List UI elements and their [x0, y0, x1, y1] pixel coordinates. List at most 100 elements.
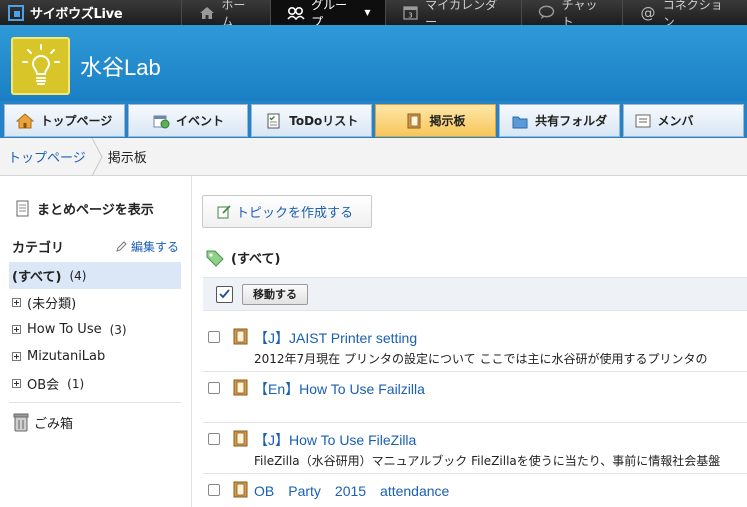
tab-shared-folder[interactable]: 共有フォルダ: [498, 104, 620, 137]
category-all[interactable]: (すべて) (4): [9, 262, 181, 289]
trash-link[interactable]: ごみ箱: [12, 412, 73, 432]
edit-categories-label: 編集する: [131, 240, 180, 254]
trash-label: ごみ箱: [34, 416, 74, 432]
tab-members-label: メンバ: [657, 114, 694, 128]
topnav-home[interactable]: ホーム: [180, 0, 270, 29]
category-count: (4): [69, 268, 87, 283]
current-category-label: (すべて): [231, 252, 281, 267]
create-topic-button[interactable]: トピックを作成する: [202, 195, 372, 228]
tab-bulletin-board[interactable]: 掲示板: [375, 104, 496, 137]
tab-bulletin-board-label: 掲示板: [429, 114, 466, 128]
category-heading: カテゴリ: [12, 241, 65, 256]
breadcrumb-separator-icon: [86, 137, 108, 176]
at-icon: @: [640, 3, 656, 22]
category-label: How To Use: [27, 322, 102, 337]
group-tab-bar: トップページ イベント ToDoリスト 掲示板 共有フォルダ メンバ: [0, 101, 747, 138]
chevron-down-icon[interactable]: ▼: [364, 8, 370, 17]
current-category-heading: (すべて): [205, 248, 280, 267]
tab-todo-list[interactable]: ToDoリスト: [251, 104, 373, 137]
edit-categories-link[interactable]: 編集する: [115, 238, 179, 255]
checkmark-icon: [219, 289, 230, 299]
topic-checkbox[interactable]: [208, 484, 220, 496]
group-avatar[interactable]: [11, 37, 70, 95]
summary-page-label: まとめページを表示: [37, 203, 154, 218]
tab-event[interactable]: イベント: [127, 104, 249, 137]
topic-summary: 2012年7月現在 プリンタの設定について ここでは主に水谷研が使用するプリンタ…: [254, 352, 708, 366]
topic-checkbox[interactable]: [208, 433, 220, 445]
tab-top-page-label: トップページ: [40, 114, 113, 128]
todo-icon: [267, 113, 280, 128]
expand-icon[interactable]: [12, 298, 21, 307]
event-icon: [153, 115, 170, 128]
topic-summary: FileZilla（水谷研用）マニュアルブック FileZillaを使うに当たり…: [254, 454, 721, 468]
brand-logo-link[interactable]: サイボウズLive: [0, 0, 181, 25]
category-label: (未分類): [27, 297, 77, 312]
expand-icon[interactable]: [12, 325, 21, 334]
breadcrumb-current: 掲示板: [107, 151, 147, 166]
board-sidebar: まとめページを表示 カテゴリ 編集する (すべて) (4) (未分類) How …: [0, 176, 192, 507]
category-count: (3): [109, 322, 127, 337]
folder-icon: [512, 116, 528, 128]
category-label: (すべて): [12, 270, 62, 285]
document-icon: [16, 200, 29, 216]
category-list: (すべて) (4) (未分類) How To Use (3) MizutaniL…: [9, 262, 181, 397]
topnav-connection[interactable]: @ コネクション: [622, 0, 747, 29]
board-main: トピックを作成する (すべて) 移動する 【J】JAIST Printer se…: [193, 176, 747, 507]
tab-top-page[interactable]: トップページ: [4, 104, 125, 137]
cybozu-logo-icon: [8, 4, 24, 21]
topic-title-link[interactable]: 【J】JAIST Printer setting: [254, 328, 417, 348]
topnav-my-calendar[interactable]: 3 マイカレンダー: [384, 0, 521, 29]
calendar-icon: 3: [402, 5, 420, 21]
topic-row: OB Party 2015 attendance: [203, 474, 747, 507]
category-mizutanilab[interactable]: MizutaniLab: [9, 343, 181, 370]
topic-list: 【J】JAIST Printer setting 2012年7月現在 プリンタの…: [203, 321, 747, 507]
category-label: MizutaniLab: [27, 349, 106, 364]
expand-icon[interactable]: [12, 352, 21, 361]
move-button[interactable]: 移動する: [242, 283, 308, 305]
category-count: (1): [67, 376, 85, 391]
topic-row: 【J】How To Use FileZilla FileZilla（水谷研用）マ…: [203, 423, 747, 474]
tab-event-label: イベント: [176, 114, 225, 128]
trash-icon: [13, 413, 29, 432]
breadcrumb-top-page-link[interactable]: トップページ: [0, 147, 86, 166]
topic-checkbox[interactable]: [208, 382, 220, 394]
board-topic-icon: [233, 430, 248, 447]
svg-text:3: 3: [408, 12, 412, 20]
category-ob-kai[interactable]: OB会 (1): [9, 370, 181, 397]
create-topic-label: トピックを作成する: [236, 206, 354, 221]
brand-name: サイボウズLive: [30, 7, 123, 22]
chat-icon: [538, 5, 556, 21]
board-icon: [407, 113, 421, 128]
select-all-checkbox[interactable]: [216, 285, 233, 303]
pencil-icon: [116, 241, 127, 252]
category-uncategorized[interactable]: (未分類): [9, 289, 181, 316]
topnav-group[interactable]: グループ ▼: [270, 0, 385, 29]
group-header: 水谷Lab: [0, 25, 747, 101]
lightbulb-icon: [21, 44, 60, 85]
topic-title-link[interactable]: OB Party 2015 attendance: [254, 481, 449, 501]
expand-icon[interactable]: [12, 379, 21, 388]
topic-checkbox[interactable]: [208, 331, 220, 343]
topnav-chat[interactable]: チャット: [521, 0, 622, 29]
summary-page-link[interactable]: まとめページを表示: [14, 199, 154, 218]
group-title: 水谷Lab: [80, 55, 161, 80]
topic-row: 【J】JAIST Printer setting 2012年7月現在 プリンタの…: [203, 321, 747, 372]
group-icon: [287, 5, 305, 21]
home-icon: [16, 112, 35, 128]
category-label: OB会: [27, 378, 60, 393]
tab-shared-folder-label: 共有フォルダ: [535, 114, 608, 128]
topic-title-link[interactable]: 【En】How To Use Failzilla: [254, 379, 425, 399]
category-how-to-use[interactable]: How To Use (3): [9, 316, 181, 343]
breadcrumb: トップページ 掲示板: [0, 137, 747, 176]
tag-icon: [206, 250, 224, 267]
compose-icon: [217, 205, 231, 219]
tab-todo-list-label: ToDoリスト: [289, 114, 359, 128]
bulk-action-bar: 移動する: [203, 277, 747, 311]
board-topic-icon: [233, 379, 248, 396]
member-icon: [635, 114, 651, 127]
board-topic-icon: [233, 481, 248, 498]
topic-row: 【En】How To Use Failzilla: [203, 372, 747, 423]
home-icon: [198, 5, 216, 21]
tab-members[interactable]: メンバ: [622, 104, 745, 137]
topic-title-link[interactable]: 【J】How To Use FileZilla: [254, 430, 416, 450]
